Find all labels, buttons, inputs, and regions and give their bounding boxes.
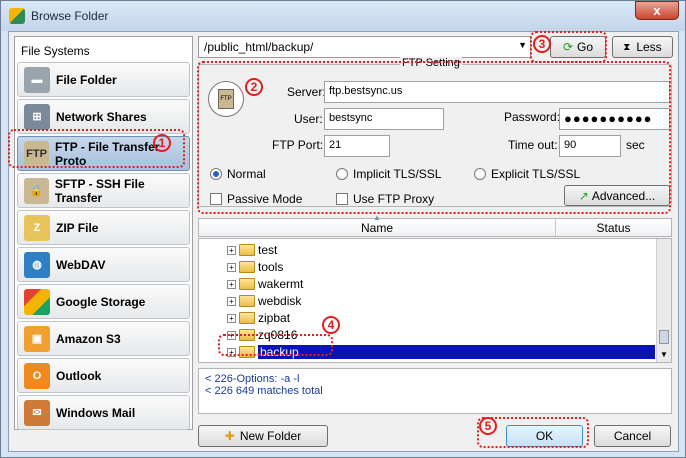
new-folder-button[interactable]: ✚ New Folder [198, 425, 328, 447]
tree-node-wakermt[interactable]: + wakermt [227, 276, 303, 292]
expand-icon[interactable]: + [227, 245, 236, 255]
folder-icon [239, 295, 255, 307]
node-label: test [258, 243, 278, 257]
sort-arrow-icon: ▲ [373, 213, 381, 222]
sidebar-item-amazon-s3[interactable]: ▣ Amazon S3 [17, 321, 190, 356]
node-label: webdisk [258, 294, 302, 308]
mail-icon: ✉ [24, 399, 50, 426]
cancel-button[interactable]: Cancel [594, 425, 671, 447]
sftp-icon: 🔒 [24, 177, 49, 204]
expand-icon[interactable]: + [227, 279, 236, 289]
sidebar-item-zip[interactable]: Z ZIP File [17, 210, 190, 245]
sidebar-item-label: Amazon S3 [56, 331, 121, 346]
sidebar-item-label: Network Shares [56, 109, 147, 124]
sidebar-item-outlook[interactable]: O Outlook [17, 358, 190, 393]
tree-node-zipbat[interactable]: + zipbat [227, 310, 290, 326]
new-folder-icon: ✚ [224, 429, 235, 443]
sidebar-item-webdav[interactable]: ◍ WebDAV [17, 247, 190, 282]
app-icon [9, 8, 25, 24]
window-title: Browse Folder [31, 9, 109, 23]
webdav-icon: ◍ [24, 251, 50, 278]
sidebar-item-label: ZIP File [56, 220, 99, 235]
file-systems-heading: File Systems [21, 44, 90, 58]
node-label: zipbat [258, 311, 291, 325]
outlook-icon: O [24, 362, 50, 389]
new-folder-label: New Folder [239, 429, 302, 443]
tree-scrollbar[interactable]: ▼ [656, 239, 671, 362]
sidebar-item-label: Google Storage [56, 294, 146, 309]
sidebar-item-windows-mail[interactable]: ✉ Windows Mail [17, 395, 190, 430]
annotation-number-3: 3 [533, 35, 551, 53]
node-label: wakermt [258, 277, 304, 291]
node-label: ssl [244, 361, 259, 362]
scroll-thumb[interactable] [659, 330, 669, 344]
file-systems-panel: File Systems ▬ File Folder ⊞ Network Sha… [14, 36, 193, 430]
annotation-number-4: 4 [322, 316, 340, 334]
sidebar-item-label: WebDAV [56, 257, 106, 272]
folder-icon [225, 362, 241, 363]
google-icon [24, 288, 50, 315]
path-combobox[interactable]: /public_html/backup/ ▼ [198, 36, 531, 58]
log-line: < 226 649 matches total [205, 385, 323, 397]
expand-icon[interactable]: + [227, 313, 236, 323]
scroll-down-icon[interactable]: ▼ [660, 350, 668, 359]
tree-node-tools[interactable]: + tools [227, 259, 283, 275]
sidebar-item-file-folder[interactable]: ▬ File Folder [17, 62, 190, 97]
tree-node-test[interactable]: + test [227, 242, 277, 258]
sidebar-item-google-storage[interactable]: Google Storage [17, 284, 190, 319]
annotation-box-2 [197, 61, 671, 214]
close-button[interactable]: x [635, 1, 679, 20]
folder-icon [239, 312, 255, 324]
log-panel: < 226-Options: -a -l < 226 649 matches t… [198, 368, 672, 414]
drive-icon: ▬ [24, 66, 50, 93]
folder-icon [239, 261, 255, 273]
sidebar-item-label: File Folder [56, 72, 117, 87]
network-icon: ⊞ [24, 103, 50, 130]
less-button[interactable]: ⧗ Less [612, 36, 673, 58]
node-label: tools [258, 260, 284, 274]
zip-icon: Z [24, 214, 50, 241]
annotation-box-4 [218, 334, 333, 356]
annotation-number-2: 2 [245, 78, 263, 96]
tree-node-ssl[interactable]: +ssl [213, 360, 259, 363]
annotation-number-5: 5 [479, 417, 497, 435]
less-label: Less [636, 40, 662, 54]
chevron-down-icon[interactable]: ▼ [518, 40, 527, 50]
column-status[interactable]: Status [556, 219, 671, 236]
sidebar-item-label: Windows Mail [56, 405, 136, 420]
annotation-number-1: 1 [153, 134, 171, 152]
expand-icon[interactable]: + [227, 262, 236, 272]
s3-icon: ▣ [24, 325, 50, 352]
title-bar: Browse Folder x [1, 1, 685, 31]
log-line: < 226-Options: -a -l [205, 373, 300, 385]
sidebar-item-label: SFTP - SSH File Transfer [54, 176, 145, 205]
list-header: Name Status ▲ [198, 213, 672, 237]
sidebar-item-label: Outlook [56, 368, 102, 383]
tree-node-webdisk[interactable]: + webdisk [227, 293, 301, 309]
folder-icon [239, 278, 255, 290]
sidebar-item-sftp[interactable]: 🔒 SFTP - SSH File Transfer [17, 173, 190, 208]
browse-folder-window: Browse Folder x File Systems ▬ File Fold… [0, 0, 686, 458]
expand-icon[interactable]: + [227, 296, 236, 306]
path-value: /public_html/backup/ [204, 40, 314, 54]
folder-icon [239, 244, 255, 256]
collapse-icon: ⧗ [623, 41, 631, 53]
